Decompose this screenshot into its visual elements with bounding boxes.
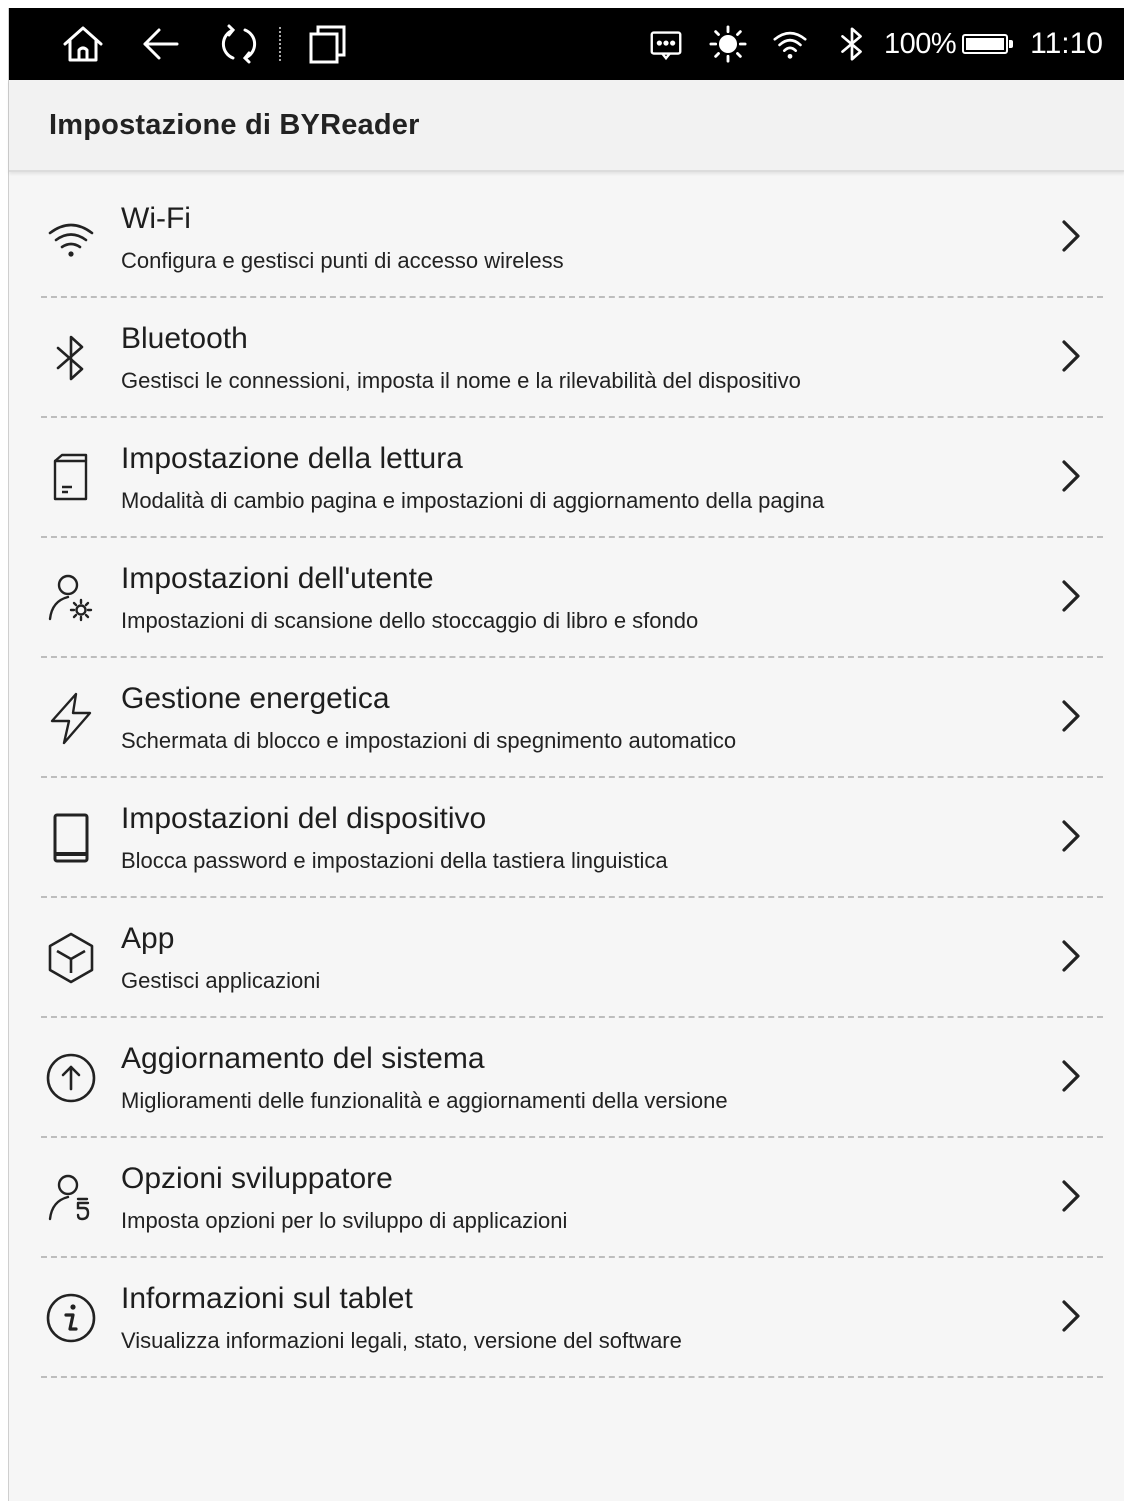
refresh-icon[interactable] xyxy=(211,16,267,72)
back-icon[interactable] xyxy=(133,16,189,72)
setting-subtitle: Imposta opzioni per lo sviluppo di appli… xyxy=(121,1208,568,1233)
chevron-right-icon xyxy=(1055,1174,1087,1218)
chevron-right-icon xyxy=(1055,454,1087,498)
status-bar: 100% 11:10 xyxy=(9,8,1124,80)
info-icon xyxy=(41,1280,101,1356)
multiwindow-icon[interactable] xyxy=(299,16,355,72)
setting-title: Wi-Fi xyxy=(121,202,191,235)
chevron-right-icon xyxy=(1055,814,1087,858)
chevron-right-icon xyxy=(1055,334,1087,378)
power-icon xyxy=(41,680,101,756)
app-box-icon xyxy=(41,920,101,996)
home-icon[interactable] xyxy=(55,16,111,72)
bluetooth-icon xyxy=(830,22,874,66)
setting-item-reading[interactable]: Impostazione della lettura Modalità di c… xyxy=(41,418,1103,538)
message-icon xyxy=(644,22,688,66)
setting-subtitle: Modalità di cambio pagina e impostazioni… xyxy=(121,488,825,513)
setting-subtitle: Schermata di blocco e impostazioni di sp… xyxy=(121,728,737,753)
setting-title: App xyxy=(121,922,175,955)
settings-list: Wi-Fi Configura e gestisci punti di acce… xyxy=(9,178,1124,1378)
setting-item-power[interactable]: Gestione energetica Schermata di blocco … xyxy=(41,658,1103,778)
wifi-icon xyxy=(41,200,101,276)
developer-icon xyxy=(41,1160,101,1236)
bluetooth-icon xyxy=(41,320,101,396)
setting-subtitle: Configura e gestisci punti di accesso wi… xyxy=(121,248,564,273)
brightness-icon xyxy=(706,22,750,66)
setting-subtitle: Gestisci le connessioni, imposta il nome… xyxy=(121,368,801,393)
setting-title: Impostazioni dell'utente xyxy=(121,562,434,595)
wifi-icon xyxy=(768,22,812,66)
setting-title: Impostazione della lettura xyxy=(121,442,463,475)
setting-item-user[interactable]: Impostazioni dell'utente Impostazioni di… xyxy=(41,538,1103,658)
system-update-icon xyxy=(41,1040,101,1116)
setting-item-app[interactable]: App Gestisci applicazioni xyxy=(41,898,1103,1018)
setting-subtitle: Visualizza informazioni legali, stato, v… xyxy=(121,1328,682,1353)
chevron-right-icon xyxy=(1055,214,1087,258)
title-bar: Impostazione di BYReader xyxy=(9,80,1124,172)
setting-subtitle: Gestisci applicazioni xyxy=(121,968,321,993)
setting-title: Aggiornamento del sistema xyxy=(121,1042,485,1075)
clock: 11:10 xyxy=(1030,27,1103,60)
setting-item-wifi[interactable]: Wi-Fi Configura e gestisci punti di acce… xyxy=(41,178,1103,298)
setting-item-bluetooth[interactable]: Bluetooth Gestisci le connessioni, impos… xyxy=(41,298,1103,418)
battery-icon xyxy=(962,34,1014,54)
setting-title: Opzioni sviluppatore xyxy=(121,1162,393,1195)
reading-icon xyxy=(41,440,101,516)
chevron-right-icon xyxy=(1055,1054,1087,1098)
separator xyxy=(279,27,281,61)
setting-subtitle: Blocca password e impostazioni della tas… xyxy=(121,848,668,873)
page-title: Impostazione di BYReader xyxy=(49,108,420,141)
setting-item-developer[interactable]: Opzioni sviluppatore Imposta opzioni per… xyxy=(41,1138,1103,1258)
chevron-right-icon xyxy=(1055,694,1087,738)
setting-item-tablet-info[interactable]: Informazioni sul tablet Visualizza infor… xyxy=(41,1258,1103,1378)
setting-subtitle: Impostazioni di scansione dello stoccagg… xyxy=(121,608,699,633)
battery-percent: 100% xyxy=(883,27,957,60)
chevron-right-icon xyxy=(1055,1294,1087,1338)
setting-title: Impostazioni del dispositivo xyxy=(121,802,487,835)
screen: 100% 11:10 Impostazione di BYReader Wi-F… xyxy=(8,8,1124,1501)
device-icon xyxy=(41,800,101,876)
setting-item-system-update[interactable]: Aggiornamento del sistema Miglioramenti … xyxy=(41,1018,1103,1138)
battery-fill xyxy=(966,38,1005,50)
setting-title: Bluetooth xyxy=(121,322,248,355)
setting-item-device[interactable]: Impostazioni del dispositivo Blocca pass… xyxy=(41,778,1103,898)
user-settings-icon xyxy=(41,560,101,636)
setting-title: Gestione energetica xyxy=(121,682,390,715)
setting-title: Informazioni sul tablet xyxy=(121,1282,413,1315)
setting-subtitle: Miglioramenti delle funzionalità e aggio… xyxy=(121,1088,728,1113)
chevron-right-icon xyxy=(1055,934,1087,978)
chevron-right-icon xyxy=(1055,574,1087,618)
